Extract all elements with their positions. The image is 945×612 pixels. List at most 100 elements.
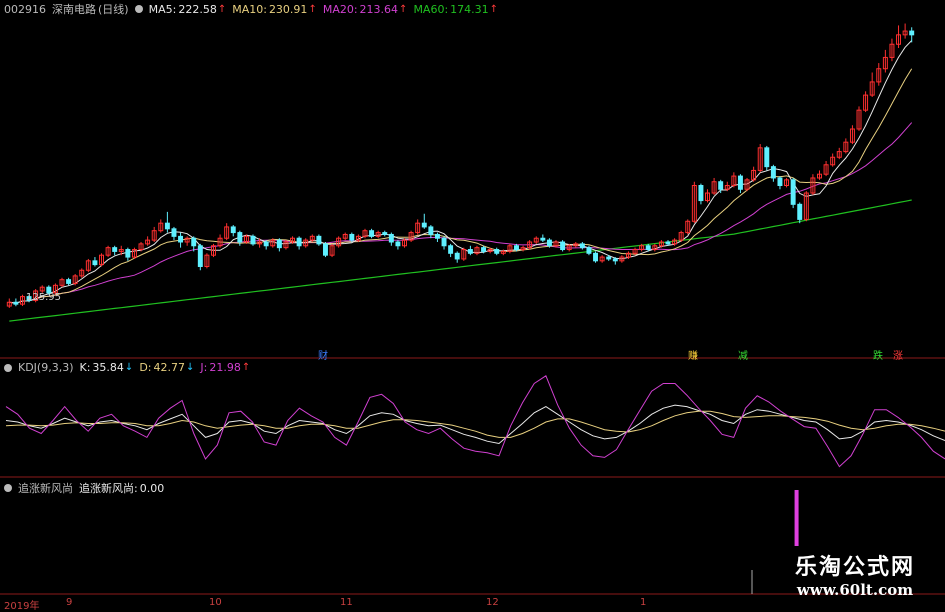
k-label: K:: [79, 361, 91, 374]
candle-body: [230, 226, 236, 234]
indicator-bars: [794, 490, 799, 546]
d-label: D:: [139, 361, 152, 374]
ma60-line: [9, 199, 912, 322]
candle-body: [250, 235, 256, 245]
ma5-line: [9, 40, 913, 304]
candle-body: [514, 245, 519, 251]
kdj-settings-icon[interactable]: [4, 363, 12, 372]
candle-body: [388, 233, 394, 243]
candle-body: [112, 247, 118, 252]
d-line: [5, 410, 945, 438]
x-tick-10: 10: [209, 597, 222, 608]
indicator-value: 0.00: [139, 481, 165, 495]
candle-body: [125, 249, 131, 258]
kdj-lines: [5, 375, 945, 468]
ma5-path: [9, 40, 913, 304]
stock-name: 深南电路: [52, 3, 96, 16]
x-tick-2019: 2019年: [4, 601, 40, 612]
ma20-label: MA20:: [322, 2, 358, 16]
candle-body: [263, 241, 269, 247]
watermark-url: www.60lt.com: [796, 581, 914, 599]
ma60-path: [9, 199, 912, 322]
x-tick-1: 1: [640, 597, 647, 608]
ma60-up-arrow-icon: ↑: [489, 3, 499, 15]
candle-body: [92, 260, 98, 266]
ma60-value: 174.31: [450, 2, 489, 16]
indicator-settings-icon[interactable]: [4, 484, 12, 492]
candle-body: [13, 301, 19, 305]
ma20-value: 213.64: [359, 2, 399, 16]
candle-body: [237, 232, 243, 243]
signal-cai: 财: [318, 351, 328, 362]
watermark: 乐淘公式网 www.60lt.com: [795, 549, 915, 599]
ma20-path: [9, 122, 913, 304]
candle-body: [737, 175, 743, 190]
candle-body: [448, 245, 454, 254]
candle-body: [606, 256, 612, 260]
ma5-label: MA5:: [148, 2, 177, 16]
ma5-up-arrow-icon: ↑: [217, 3, 227, 15]
candle-body: [645, 245, 651, 251]
ma10-label: MA10:: [232, 2, 267, 16]
candle-body: [665, 241, 671, 245]
ma10-up-arrow-icon: ↑: [308, 3, 317, 15]
indicator-bar: [794, 490, 799, 546]
candle-body: [593, 252, 599, 262]
period: (日线): [98, 3, 129, 16]
candle-body: [434, 233, 440, 239]
indicator-panel-header: 追涨新风尚 追涨新风尚: 0.00: [4, 480, 164, 496]
candle-body: [197, 245, 203, 267]
ma20-up-arrow-icon: ↑: [399, 3, 408, 15]
candle-body: [66, 279, 72, 284]
candle-body: [191, 237, 197, 247]
candle-body: [382, 232, 388, 235]
candle-body: [909, 30, 915, 36]
candle-body: [369, 230, 375, 237]
signal-zhuan: 赚: [688, 351, 698, 362]
ma10-value: 230.91: [268, 2, 308, 16]
candle-body: [546, 239, 552, 247]
candle-body: [276, 239, 282, 249]
ma20-line: [9, 122, 913, 304]
candle-body: [797, 203, 803, 220]
candle-body: [395, 241, 401, 247]
indicator-name: 追涨新风尚: [18, 482, 73, 495]
candle-body: [178, 235, 184, 243]
candle-body: [454, 252, 460, 260]
candle-body: [560, 241, 566, 251]
candle-body: [764, 147, 770, 168]
watermark-title: 乐淘公式网: [794, 555, 915, 580]
j-value: 21.98: [209, 361, 241, 374]
candle-body: [770, 166, 776, 179]
d-value: 42.77: [153, 361, 186, 374]
candle-body: [579, 243, 585, 249]
stock-code: 002916: [4, 2, 46, 16]
candle-body: [718, 181, 724, 190]
kdj-name: KDJ(9,3,3): [18, 361, 74, 374]
kdj-panel-header: KDJ(9,3,3) K: 35.84 ↓ D: 42.77 ↓ J: 21.9…: [4, 361, 250, 374]
d-down-arrow-icon: ↓: [186, 362, 195, 373]
candle-body: [612, 258, 618, 262]
ma10-path: [9, 68, 913, 304]
candle-body: [790, 179, 796, 205]
candle-body: [441, 237, 447, 247]
candlestick-series: [6, 23, 915, 308]
j-up-arrow-icon: ↑: [241, 362, 251, 373]
candle-body: [164, 222, 170, 230]
candle-body: [421, 222, 427, 228]
ma10-line: [9, 68, 913, 304]
candle-body: [481, 247, 487, 252]
candle-body: [322, 243, 328, 256]
k-down-arrow-icon: ↓: [124, 362, 134, 373]
signal-zhang: 涨: [893, 351, 903, 362]
price-label: 125.95: [26, 292, 61, 303]
candle-body: [316, 235, 322, 245]
candle-body: [540, 237, 546, 241]
settings-icon[interactable]: [134, 5, 143, 13]
ma60-label: MA60:: [413, 2, 449, 16]
candle-body: [698, 185, 704, 202]
candle-body: [349, 233, 355, 241]
signal-die: 跌: [873, 351, 883, 362]
candle-body: [428, 226, 434, 235]
candle-body: [467, 249, 473, 254]
